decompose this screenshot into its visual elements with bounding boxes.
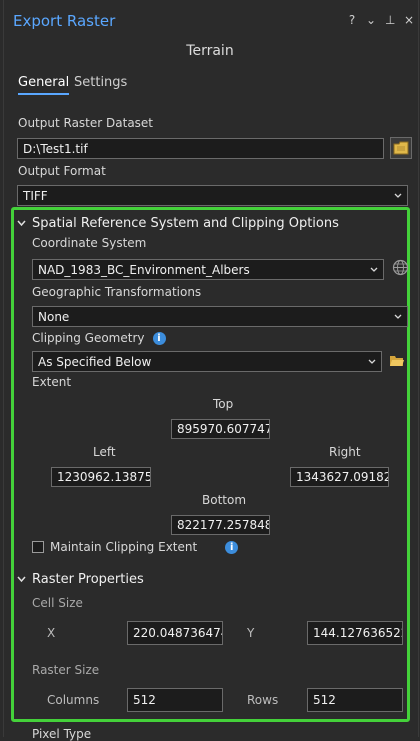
pin-icon[interactable]: ⊥ bbox=[385, 13, 395, 27]
output-raster-label: Output Raster Dataset bbox=[18, 116, 154, 130]
output-format-select[interactable]: TIFF bbox=[17, 185, 408, 206]
geo-transform-value: None bbox=[38, 309, 70, 324]
cell-size-x-input[interactable]: 220.04873647424 bbox=[127, 621, 223, 645]
extent-top-input[interactable]: 895970.607747 bbox=[171, 419, 270, 439]
close-icon[interactable]: × bbox=[404, 13, 414, 27]
pane-title: Export Raster bbox=[13, 12, 116, 30]
globe-icon bbox=[392, 259, 409, 276]
rows-input[interactable]: 512 bbox=[307, 688, 403, 712]
chevron-down-icon bbox=[370, 267, 378, 272]
cell-size-y-label: Y bbox=[247, 626, 255, 640]
geo-transform-select[interactable]: None bbox=[32, 306, 408, 327]
coordinate-system-value: NAD_1983_BC_Environment_Albers bbox=[38, 262, 250, 277]
browse-folder-button[interactable] bbox=[390, 137, 412, 159]
extent-bottom-label: Bottom bbox=[202, 493, 247, 507]
clip-browse-button[interactable] bbox=[389, 353, 405, 372]
extent-right-label: Right bbox=[329, 445, 361, 459]
geo-transform-label: Geographic Transformations bbox=[32, 285, 202, 299]
info-icon[interactable]: i bbox=[152, 331, 166, 345]
extent-label: Extent bbox=[32, 375, 72, 389]
tool-subtitle: Terrain bbox=[186, 43, 234, 59]
columns-input[interactable]: 512 bbox=[127, 688, 223, 712]
cell-size-y-input[interactable]: 144.12763652208 bbox=[307, 621, 403, 645]
extent-right-input[interactable]: 1343627.091825 bbox=[290, 467, 389, 487]
title-controls: ? ⌄ ⊥ × bbox=[347, 13, 414, 27]
spatial-section-header[interactable]: Spatial Reference System and Clipping Op… bbox=[17, 216, 339, 231]
extent-bottom-input[interactable]: 822177.257848 bbox=[171, 515, 270, 535]
maintain-clip-row: Maintain Clipping Extent i bbox=[32, 540, 239, 554]
tab-settings[interactable]: Settings bbox=[74, 75, 127, 90]
extent-top-label: Top bbox=[213, 397, 234, 411]
folder-icon bbox=[390, 356, 404, 366]
chevron-down-icon bbox=[394, 193, 402, 198]
output-format-label: Output Format bbox=[18, 164, 106, 178]
clipping-geometry-select[interactable]: As Specified Below bbox=[32, 351, 382, 372]
spatial-section-title: Spatial Reference System and Clipping Op… bbox=[32, 216, 339, 231]
columns-label: Columns bbox=[47, 693, 100, 707]
extent-left-label: Left bbox=[93, 445, 116, 459]
globe-button[interactable] bbox=[392, 259, 409, 280]
cell-size-x-label: X bbox=[47, 626, 56, 640]
output-format-value: TIFF bbox=[23, 188, 48, 203]
output-raster-input[interactable]: D:\Test1.tif bbox=[17, 138, 384, 159]
folder-icon bbox=[393, 141, 409, 155]
chevron-down-icon bbox=[368, 359, 376, 364]
clipping-geometry-label: Clipping Geometry bbox=[32, 331, 145, 345]
tab-general[interactable]: General bbox=[18, 75, 70, 95]
collapse-chevron-icon bbox=[17, 576, 26, 583]
maintain-clip-label: Maintain Clipping Extent bbox=[50, 540, 198, 554]
collapse-chevron-icon bbox=[17, 220, 26, 227]
coordinate-system-label: Coordinate System bbox=[32, 236, 147, 250]
chevron-down-icon bbox=[394, 314, 402, 319]
info-icon[interactable]: i bbox=[225, 540, 239, 554]
coordinate-system-select[interactable]: NAD_1983_BC_Environment_Albers bbox=[32, 259, 384, 280]
options-dropdown-icon[interactable]: ⌄ bbox=[366, 13, 376, 27]
cell-size-label: Cell Size bbox=[32, 596, 83, 610]
pixel-type-label: Pixel Type bbox=[32, 727, 92, 741]
help-icon[interactable]: ? bbox=[347, 13, 357, 27]
raster-props-header[interactable]: Raster Properties bbox=[17, 572, 144, 587]
clipping-geometry-value: As Specified Below bbox=[38, 354, 152, 369]
rows-label: Rows bbox=[247, 693, 279, 707]
maintain-clip-checkbox[interactable] bbox=[32, 541, 44, 553]
raster-size-label: Raster Size bbox=[32, 663, 100, 677]
raster-props-title: Raster Properties bbox=[32, 572, 144, 587]
clipping-geometry-row: Clipping Geometry i bbox=[32, 331, 166, 345]
extent-left-input[interactable]: 1230962.13875 bbox=[51, 467, 151, 487]
